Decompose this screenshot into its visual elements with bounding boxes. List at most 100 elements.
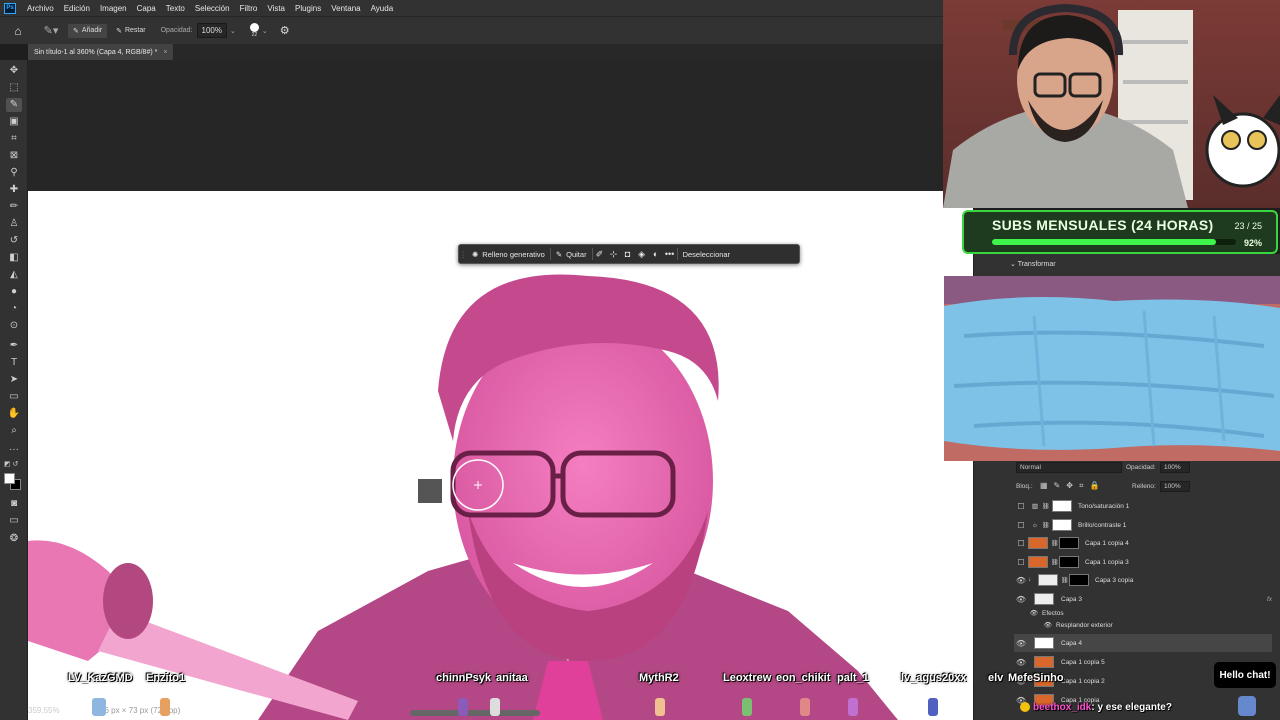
swap-colors-icon[interactable]: ◩ ↺	[4, 460, 18, 468]
deselect-button[interactable]: Deseleccionar	[678, 246, 736, 262]
document-canvas[interactable]	[28, 191, 973, 720]
chatter-name: Enzito1	[146, 672, 186, 684]
chevron-down-icon: ⌄	[1010, 261, 1018, 268]
home-icon[interactable]: ⌂	[6, 24, 30, 38]
eye-icon[interactable]: 👁	[1014, 621, 1056, 629]
chatter-avatar	[92, 698, 106, 716]
subs-goal-widget: SUBS MENSUALES (24 HORAS) 23 / 25 92%	[962, 210, 1278, 254]
transform-section-header[interactable]: ⌄ Transformar	[1010, 260, 1056, 268]
remove-button[interactable]: ✎ Quitar	[551, 246, 592, 262]
dodge-tool-icon[interactable]: ◔	[6, 302, 22, 316]
add-selection-button[interactable]: ✎ Añadir	[68, 23, 108, 38]
brush-size-control[interactable]: 22	[249, 23, 259, 38]
effects-row[interactable]: 👁 Efectos	[1014, 607, 1272, 619]
brush-tool-icon[interactable]: ✏	[6, 200, 22, 214]
chatter-name: palt_1	[837, 672, 869, 684]
layer-mask-thumb	[1052, 500, 1072, 512]
adjustment-icon[interactable]: ◐	[649, 249, 663, 259]
mask-icon[interactable]: ◘	[621, 249, 635, 259]
generative-fill-button[interactable]: ✺ Relleno generativo	[467, 246, 550, 262]
drag-handle-icon[interactable]: ⋮	[459, 250, 467, 259]
crop-tool-icon[interactable]: ⌗	[6, 132, 22, 146]
layer-row-selected[interactable]: 👁 Capa 4	[1014, 634, 1272, 652]
invert-selection-icon[interactable]: ⊹	[607, 249, 621, 260]
layer-row[interactable]: ☐ ⛓ Capa 1 copia 3	[1014, 553, 1272, 571]
gradient-tool-icon[interactable]: ◭	[6, 268, 22, 282]
frame-tool-icon[interactable]: ⊠	[6, 149, 22, 163]
fill-field[interactable]: 100%	[1160, 481, 1190, 492]
layer-opacity-field[interactable]: 100%	[1160, 462, 1190, 473]
more-tools-icon[interactable]: ···	[6, 443, 22, 457]
blur-tool-icon[interactable]: ●	[6, 285, 22, 299]
horizontal-scrollbar[interactable]	[410, 710, 540, 716]
quick-selection-tool-icon[interactable]: ✎	[6, 98, 22, 112]
clone-stamp-icon[interactable]: ♙	[6, 217, 22, 231]
more-options-icon[interactable]: •••	[663, 249, 677, 259]
layer-row[interactable]: 👁 Capa 3 fx	[1014, 590, 1272, 608]
visibility-toggle[interactable]: ☐	[1014, 502, 1028, 511]
generative-icon[interactable]: ❂	[6, 532, 22, 546]
quick-mask-icon[interactable]: ◙	[6, 497, 22, 511]
eye-icon[interactable]: 👁	[1014, 658, 1028, 667]
healing-brush-icon[interactable]: ✚	[6, 183, 22, 197]
subtract-selection-button[interactable]: ✎ Restar	[111, 24, 151, 38]
menu-filtro[interactable]: Filtro	[235, 4, 263, 13]
marquee-tool-icon[interactable]: ⬚	[6, 81, 22, 95]
foreground-color-swatch[interactable]	[4, 473, 15, 484]
menu-ventana[interactable]: Ventana	[326, 4, 365, 13]
brush-preset-icon[interactable]: ✎▾	[36, 24, 66, 37]
history-brush-icon[interactable]: ↺	[6, 234, 22, 248]
chatter-name: chinnPsyk	[436, 672, 492, 684]
chatter-name: lv_agus20xx	[901, 672, 967, 684]
layer-row[interactable]: ☐ ⛓ Capa 1 copia 4	[1014, 534, 1272, 552]
eye-icon[interactable]: 👁	[1014, 595, 1028, 604]
menu-ayuda[interactable]: Ayuda	[366, 4, 399, 13]
visibility-toggle[interactable]: ☐	[1014, 539, 1028, 548]
gear-icon[interactable]: ⚙	[280, 24, 290, 37]
close-icon[interactable]: ×	[163, 49, 167, 56]
dropdown-chevron-icon[interactable]: ⌄	[262, 27, 268, 35]
object-selection-tool-icon[interactable]: ▣	[6, 115, 22, 129]
visibility-toggle[interactable]: ☐	[1014, 558, 1028, 567]
menu-archivo[interactable]: Archivo	[22, 4, 59, 13]
document-tab[interactable]: Sin título-1 al 360% (Capa 4, RGB/8#) * …	[28, 44, 174, 60]
eye-icon[interactable]: 👁	[1014, 609, 1042, 617]
dropdown-chevron-icon[interactable]: ⌄	[230, 27, 236, 35]
effect-row[interactable]: 👁 Resplandor exterior	[1014, 619, 1272, 631]
menu-vista[interactable]: Vista	[262, 4, 290, 13]
menu-capa[interactable]: Capa	[132, 4, 161, 13]
visibility-toggle[interactable]: ☐	[1014, 521, 1028, 530]
screen-mode-icon[interactable]: ▭	[6, 514, 22, 528]
menu-texto[interactable]: Texto	[161, 4, 190, 13]
zoom-tool-icon[interactable]: ⌕	[6, 424, 22, 438]
zoom-readout[interactable]: 359.55%	[28, 706, 60, 715]
document-tab-bar: Sin título-1 al 360% (Capa 4, RGB/8#) * …	[28, 44, 948, 60]
layer-row[interactable]: ☐ ☼ ⛓ Brillo/contraste 1	[1014, 516, 1272, 534]
eyedropper-tool-icon[interactable]: ⚲	[6, 166, 22, 180]
path-selection-icon[interactable]: ➤	[6, 373, 22, 387]
blend-mode-select[interactable]: Normal	[1016, 462, 1122, 473]
eye-icon[interactable]: 👁	[1014, 576, 1028, 585]
fx-icon[interactable]: fx	[1267, 596, 1272, 603]
eye-icon[interactable]: 👁	[1014, 639, 1028, 648]
layer-row[interactable]: 👁 ↓ ⛓ Capa 3 copia	[1014, 571, 1272, 589]
subs-goal-title: SUBS MENSUALES (24 HORAS)	[992, 217, 1214, 233]
contextual-task-bar: ⋮ ✺ Relleno generativo ✎ Quitar ✐ ⊹ ◘ ◈ …	[458, 244, 800, 264]
layer-row[interactable]: ☐ ▥ ⛓ Tono/saturación 1	[1014, 497, 1272, 515]
layer-mask-thumb	[1052, 519, 1072, 531]
menu-imagen[interactable]: Imagen	[95, 4, 132, 13]
hand-tool-icon[interactable]: ✋	[6, 407, 22, 421]
menu-seleccion[interactable]: Selección	[190, 4, 235, 13]
menu-edicion[interactable]: Edición	[59, 4, 95, 13]
type-tool-icon[interactable]: T	[6, 356, 22, 370]
fill-bucket-icon[interactable]: ◈	[635, 249, 649, 260]
lock-icons[interactable]: ▦✎✥⌗🔒	[1040, 481, 1105, 491]
sponge-tool-icon[interactable]: ⊙	[6, 319, 22, 333]
move-tool-icon[interactable]: ✥	[6, 64, 22, 78]
modify-selection-icon[interactable]: ✐	[593, 249, 607, 260]
eraser-tool-icon[interactable]: ◧	[6, 251, 22, 265]
menu-plugins[interactable]: Plugins	[290, 4, 326, 13]
opacity-field[interactable]: 100%	[196, 23, 227, 38]
pen-tool-icon[interactable]: ✒	[6, 339, 22, 353]
rectangle-tool-icon[interactable]: ▭	[6, 390, 22, 404]
